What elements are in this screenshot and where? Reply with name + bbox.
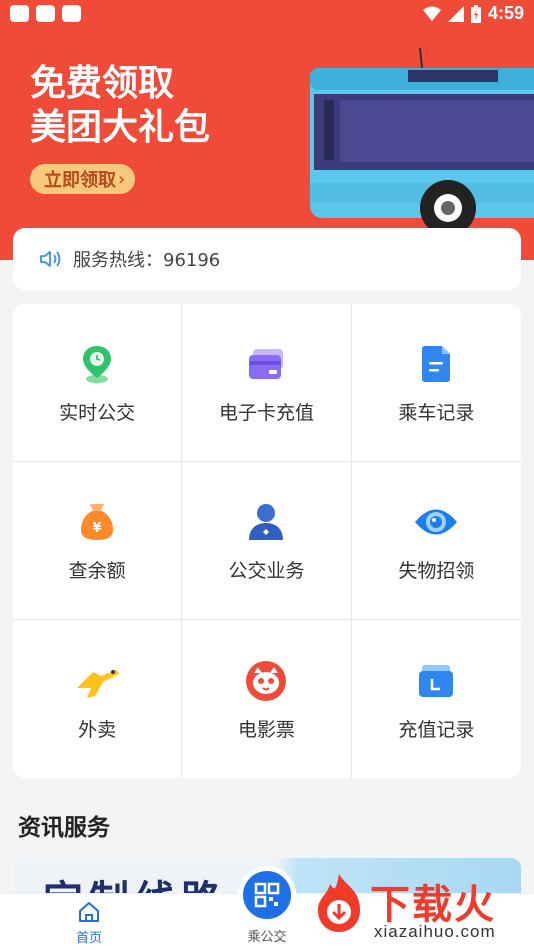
status-bar: 4:59 xyxy=(0,0,534,28)
section-title: 资讯服务 xyxy=(18,815,110,841)
hotline-text: 服务热线：96196 xyxy=(73,250,221,271)
bus-illustration xyxy=(310,48,534,236)
grid-item-label: 外卖 xyxy=(78,718,117,741)
flame-logo-icon xyxy=(318,874,360,932)
grid-item-label: 电影票 xyxy=(237,718,295,741)
qr-code-icon xyxy=(238,866,296,924)
grid-item-bus-business[interactable]: 公交业务 xyxy=(182,462,352,620)
grid-item-label: 实时公交 xyxy=(59,402,136,424)
wifi-icon xyxy=(422,6,441,21)
location-pin-icon xyxy=(73,340,121,388)
card-icon xyxy=(242,340,290,388)
grid-item-recharge-records[interactable]: 充值记录 xyxy=(352,620,521,778)
service-grid: 实时公交 电子卡充值 乘车记录 ¥ 查余额 公交业务 失物招领 外卖 电影票 充… xyxy=(13,304,521,778)
notification-icons xyxy=(10,5,81,22)
banner-title: 免费领取 美团大礼包 xyxy=(30,62,210,150)
notification-icon xyxy=(36,5,55,22)
wallet-icon xyxy=(412,657,460,705)
status-indicators: 4:59 xyxy=(422,3,524,24)
claim-button-label: 立即领取 xyxy=(44,170,116,191)
eye-icon xyxy=(412,498,460,546)
battery-icon xyxy=(470,4,481,23)
speaker-icon xyxy=(39,249,63,269)
notification-icon xyxy=(62,5,81,22)
cat-icon xyxy=(242,657,290,705)
promo-banner[interactable]: 免费领取 美团大礼包 立即领取 › xyxy=(0,28,534,260)
home-icon xyxy=(79,902,99,922)
tab-ride-bus[interactable]: 乘公交 xyxy=(236,866,298,945)
tab-ride-bus-label: 乘公交 xyxy=(247,929,287,944)
status-time: 4:59 xyxy=(487,3,524,23)
chevron-right-icon: › xyxy=(118,168,126,190)
watermark-url: xiazaihuo.com xyxy=(374,922,496,941)
grid-item-realtime-bus[interactable]: 实时公交 xyxy=(13,304,183,462)
kangaroo-icon xyxy=(73,657,121,705)
svg-text:¥: ¥ xyxy=(93,521,102,536)
grid-item-ride-records[interactable]: 乘车记录 xyxy=(351,304,521,462)
document-icon xyxy=(412,340,460,388)
grid-item-label: 查余额 xyxy=(68,560,126,582)
grid-item-takeout[interactable]: 外卖 xyxy=(13,620,183,778)
tab-home-label: 首页 xyxy=(75,930,102,945)
person-icon xyxy=(242,498,290,546)
money-bag-icon: ¥ xyxy=(73,498,121,546)
claim-button[interactable]: 立即领取 › xyxy=(30,164,136,194)
grid-item-movie-tickets[interactable]: 电影票 xyxy=(182,620,352,778)
grid-item-card-recharge[interactable]: 电子卡充值 xyxy=(182,304,352,462)
grid-item-lost-found[interactable]: 失物招领 xyxy=(351,462,521,620)
signal-icon xyxy=(447,5,464,22)
watermark: 下载火 xiazaihuo.com xyxy=(300,868,534,950)
tab-home[interactable]: 首页 xyxy=(58,900,120,946)
banner-title-line2: 美团大礼包 xyxy=(30,107,211,148)
grid-item-label: 失物招领 xyxy=(398,560,475,582)
grid-item-label: 乘车记录 xyxy=(398,402,475,424)
grid-item-label: 充值记录 xyxy=(398,718,475,741)
notification-icon xyxy=(10,5,29,22)
grid-item-label: 公交业务 xyxy=(228,560,305,582)
grid-item-label: 电子卡充值 xyxy=(218,402,314,424)
grid-item-check-balance[interactable]: ¥ 查余额 xyxy=(13,462,183,620)
hotline-bar[interactable]: 服务热线：96196 xyxy=(13,228,521,290)
banner-title-line1: 免费领取 xyxy=(30,63,175,104)
